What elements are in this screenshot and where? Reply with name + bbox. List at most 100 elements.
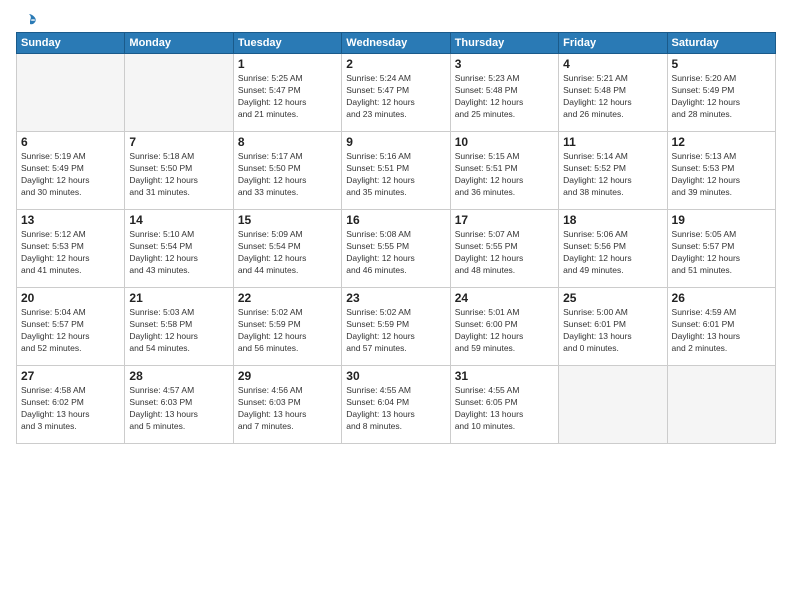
- calendar-cell: 10Sunrise: 5:15 AM Sunset: 5:51 PM Dayli…: [450, 132, 558, 210]
- weekday-header-wednesday: Wednesday: [342, 33, 450, 54]
- logo: [16, 12, 38, 26]
- weekday-header-sunday: Sunday: [17, 33, 125, 54]
- header: [16, 12, 776, 26]
- calendar-cell: 8 Sunrise: 5:17 AM Sunset: 5:50 PM Daylig…: [233, 132, 341, 210]
- day-info: Sunrise: 5:21 AM Sunset: 5:48 PM Dayligh…: [563, 73, 662, 121]
- calendar-cell: 18 Sunrise: 5:06 AM Sunset: 5:56 PM Dayli…: [559, 210, 667, 288]
- day-info: Sunrise: 5:20 AM Sunset: 5:49 PM Dayligh…: [672, 73, 771, 121]
- calendar-cell: 25Sunrise: 5:00 AM Sunset: 6:01 PM Dayli…: [559, 288, 667, 366]
- day-number: 24: [455, 291, 554, 305]
- day-number: 3: [455, 57, 554, 71]
- calendar-cell: 14Sunrise: 5:10 AM Sunset: 5:54 PM Dayli…: [125, 210, 233, 288]
- week-row-2: 13 Sunrise: 5:12 AM Sunset: 5:53 PM Dayli…: [17, 210, 776, 288]
- calendar-cell: 2Sunrise: 5:24 AM Sunset: 5:47 PM Daylig…: [342, 54, 450, 132]
- week-row-1: 6 Sunrise: 5:19 AM Sunset: 5:49 PM Daylig…: [17, 132, 776, 210]
- calendar-cell: 11 Sunrise: 5:14 AM Sunset: 5:52 PM Dayli…: [559, 132, 667, 210]
- calendar-cell: 16 Sunrise: 5:08 AM Sunset: 5:55 PM Dayli…: [342, 210, 450, 288]
- day-number: 21: [129, 291, 228, 305]
- day-number: 25: [563, 291, 662, 305]
- calendar-cell: 22 Sunrise: 5:02 AM Sunset: 5:59 PM Dayli…: [233, 288, 341, 366]
- calendar-cell: 13 Sunrise: 5:12 AM Sunset: 5:53 PM Dayli…: [17, 210, 125, 288]
- day-info: Sunrise: 5:12 AM Sunset: 5:53 PM Dayligh…: [21, 229, 120, 277]
- day-number: 2: [346, 57, 445, 71]
- weekday-header-thursday: Thursday: [450, 33, 558, 54]
- calendar-cell: 26 Sunrise: 4:59 AM Sunset: 6:01 PM Dayli…: [667, 288, 775, 366]
- calendar-cell: 7Sunrise: 5:18 AM Sunset: 5:50 PM Daylig…: [125, 132, 233, 210]
- calendar-table: SundayMondayTuesdayWednesdayThursdayFrid…: [16, 32, 776, 444]
- day-number: 12: [672, 135, 771, 149]
- day-number: 16: [346, 213, 445, 227]
- calendar-cell: [125, 54, 233, 132]
- calendar-cell: 29 Sunrise: 4:56 AM Sunset: 6:03 PM Dayli…: [233, 366, 341, 444]
- day-number: 30: [346, 369, 445, 383]
- calendar-cell: 23Sunrise: 5:02 AM Sunset: 5:59 PM Dayli…: [342, 288, 450, 366]
- day-number: 6: [21, 135, 120, 149]
- calendar-cell: 4 Sunrise: 5:21 AM Sunset: 5:48 PM Daylig…: [559, 54, 667, 132]
- calendar-cell: 3Sunrise: 5:23 AM Sunset: 5:48 PM Daylig…: [450, 54, 558, 132]
- day-number: 22: [238, 291, 337, 305]
- day-info: Sunrise: 5:02 AM Sunset: 5:59 PM Dayligh…: [238, 307, 337, 355]
- weekday-header-row: SundayMondayTuesdayWednesdayThursdayFrid…: [17, 33, 776, 54]
- calendar-cell: 1 Sunrise: 5:25 AM Sunset: 5:47 PM Daylig…: [233, 54, 341, 132]
- calendar-cell: [559, 366, 667, 444]
- day-info: Sunrise: 5:05 AM Sunset: 5:57 PM Dayligh…: [672, 229, 771, 277]
- day-number: 15: [238, 213, 337, 227]
- week-row-0: 1 Sunrise: 5:25 AM Sunset: 5:47 PM Daylig…: [17, 54, 776, 132]
- day-number: 31: [455, 369, 554, 383]
- day-number: 23: [346, 291, 445, 305]
- day-info: Sunrise: 5:08 AM Sunset: 5:55 PM Dayligh…: [346, 229, 445, 277]
- week-row-3: 20Sunrise: 5:04 AM Sunset: 5:57 PM Dayli…: [17, 288, 776, 366]
- day-number: 18: [563, 213, 662, 227]
- day-number: 10: [455, 135, 554, 149]
- day-number: 9: [346, 135, 445, 149]
- day-number: 13: [21, 213, 120, 227]
- day-info: Sunrise: 4:55 AM Sunset: 6:04 PM Dayligh…: [346, 385, 445, 433]
- day-info: Sunrise: 5:13 AM Sunset: 5:53 PM Dayligh…: [672, 151, 771, 199]
- day-number: 28: [129, 369, 228, 383]
- logo-bird-icon: [20, 12, 38, 30]
- day-number: 11: [563, 135, 662, 149]
- day-info: Sunrise: 5:25 AM Sunset: 5:47 PM Dayligh…: [238, 73, 337, 121]
- day-number: 27: [21, 369, 120, 383]
- day-number: 4: [563, 57, 662, 71]
- weekday-header-saturday: Saturday: [667, 33, 775, 54]
- day-number: 17: [455, 213, 554, 227]
- day-info: Sunrise: 5:06 AM Sunset: 5:56 PM Dayligh…: [563, 229, 662, 277]
- calendar-cell: 30 Sunrise: 4:55 AM Sunset: 6:04 PM Dayli…: [342, 366, 450, 444]
- calendar-cell: 20Sunrise: 5:04 AM Sunset: 5:57 PM Dayli…: [17, 288, 125, 366]
- calendar-cell: [667, 366, 775, 444]
- day-info: Sunrise: 5:01 AM Sunset: 6:00 PM Dayligh…: [455, 307, 554, 355]
- calendar-cell: 21 Sunrise: 5:03 AM Sunset: 5:58 PM Dayli…: [125, 288, 233, 366]
- day-info: Sunrise: 5:10 AM Sunset: 5:54 PM Dayligh…: [129, 229, 228, 277]
- day-info: Sunrise: 5:14 AM Sunset: 5:52 PM Dayligh…: [563, 151, 662, 199]
- day-info: Sunrise: 4:58 AM Sunset: 6:02 PM Dayligh…: [21, 385, 120, 433]
- day-number: 26: [672, 291, 771, 305]
- calendar-cell: 24 Sunrise: 5:01 AM Sunset: 6:00 PM Dayli…: [450, 288, 558, 366]
- weekday-header-tuesday: Tuesday: [233, 33, 341, 54]
- day-number: 5: [672, 57, 771, 71]
- calendar-cell: 6 Sunrise: 5:19 AM Sunset: 5:49 PM Daylig…: [17, 132, 125, 210]
- day-info: Sunrise: 5:19 AM Sunset: 5:49 PM Dayligh…: [21, 151, 120, 199]
- calendar-cell: 27 Sunrise: 4:58 AM Sunset: 6:02 PM Dayli…: [17, 366, 125, 444]
- day-info: Sunrise: 5:16 AM Sunset: 5:51 PM Dayligh…: [346, 151, 445, 199]
- calendar-cell: 5 Sunrise: 5:20 AM Sunset: 5:49 PM Daylig…: [667, 54, 775, 132]
- calendar-cell: 9 Sunrise: 5:16 AM Sunset: 5:51 PM Daylig…: [342, 132, 450, 210]
- day-info: Sunrise: 5:04 AM Sunset: 5:57 PM Dayligh…: [21, 307, 120, 355]
- day-number: 8: [238, 135, 337, 149]
- day-info: Sunrise: 5:17 AM Sunset: 5:50 PM Dayligh…: [238, 151, 337, 199]
- calendar-cell: 19 Sunrise: 5:05 AM Sunset: 5:57 PM Dayli…: [667, 210, 775, 288]
- calendar-cell: 17Sunrise: 5:07 AM Sunset: 5:55 PM Dayli…: [450, 210, 558, 288]
- day-info: Sunrise: 5:03 AM Sunset: 5:58 PM Dayligh…: [129, 307, 228, 355]
- week-row-4: 27 Sunrise: 4:58 AM Sunset: 6:02 PM Dayli…: [17, 366, 776, 444]
- weekday-header-friday: Friday: [559, 33, 667, 54]
- day-number: 1: [238, 57, 337, 71]
- day-info: Sunrise: 4:55 AM Sunset: 6:05 PM Dayligh…: [455, 385, 554, 433]
- day-info: Sunrise: 5:09 AM Sunset: 5:54 PM Dayligh…: [238, 229, 337, 277]
- calendar-cell: 28Sunrise: 4:57 AM Sunset: 6:03 PM Dayli…: [125, 366, 233, 444]
- day-number: 19: [672, 213, 771, 227]
- day-info: Sunrise: 4:59 AM Sunset: 6:01 PM Dayligh…: [672, 307, 771, 355]
- calendar-cell: 12 Sunrise: 5:13 AM Sunset: 5:53 PM Dayli…: [667, 132, 775, 210]
- day-info: Sunrise: 4:56 AM Sunset: 6:03 PM Dayligh…: [238, 385, 337, 433]
- day-number: 29: [238, 369, 337, 383]
- day-number: 7: [129, 135, 228, 149]
